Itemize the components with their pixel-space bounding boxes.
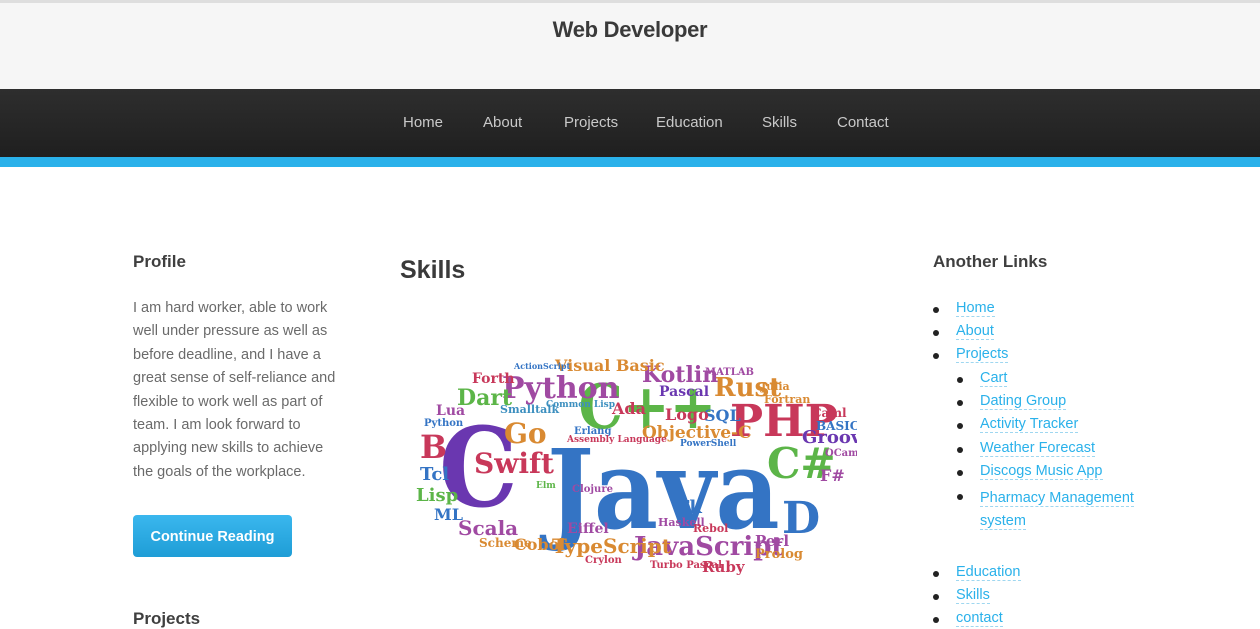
word-cloud-word: Ada (611, 399, 646, 418)
link-weather-forecast[interactable]: Weather Forecast (980, 440, 1095, 457)
word-cloud-word: Pascal (659, 384, 709, 400)
site-title: Web Developer (552, 17, 708, 42)
link-item-skills: Skills (956, 587, 990, 604)
word-cloud-word: Crylon (585, 555, 623, 566)
link-projects[interactable]: Projects (956, 346, 1009, 363)
link-home[interactable]: Home (956, 300, 995, 317)
link-item-cart: Cart (980, 370, 1008, 387)
profile-text: I am hard worker, able to work well unde… (133, 300, 336, 480)
word-cloud-word: Assembly Language (566, 435, 667, 445)
main-navbar: Home About Projects Education Skills Con… (0, 89, 1260, 157)
word-cloud-word: Julia (760, 380, 790, 393)
word-cloud-word: BASIC (816, 419, 857, 433)
bullet-dot (933, 617, 939, 623)
nav-item-home[interactable]: Home (403, 114, 443, 131)
link-cart[interactable]: Cart (980, 370, 1008, 387)
nav-item-about[interactable]: About (483, 114, 522, 131)
nav-list: Home About Projects Education Skills Con… (0, 89, 1260, 157)
link-contact[interactable]: contact (956, 610, 1003, 627)
word-cloud-word: Clojure (572, 484, 613, 495)
links-heading: Another Links (933, 252, 1048, 271)
continue-reading-button[interactable]: Continue Reading (133, 515, 292, 557)
word-cloud-word: Logo (665, 405, 709, 424)
bullet-dot (933, 330, 939, 336)
nav-item-education[interactable]: Education (656, 114, 723, 131)
site-header: Web Developer (0, 0, 1260, 89)
link-item-activity-tracker: Activity Tracker (980, 416, 1079, 433)
word-cloud-word: OCaml (825, 448, 857, 459)
word-cloud-word: ML (434, 505, 463, 524)
link-item-education: Education (956, 564, 1021, 581)
bullet-dot (933, 594, 939, 600)
bullet-dot (933, 353, 939, 359)
word-cloud-word: Prolog (755, 547, 803, 562)
word-cloud-word: Turbo Pascal (650, 560, 722, 571)
word-cloud-word: B (420, 428, 447, 466)
bullet-dot (957, 400, 963, 406)
page-title: Skills (400, 256, 466, 284)
link-discogs-music-app[interactable]: Discogs Music App (980, 463, 1103, 480)
word-cloud-word: Python (424, 418, 464, 429)
word-cloud-word: Forth (472, 371, 515, 387)
word-cloud-word: Rebol (693, 522, 728, 535)
bullet-dot (957, 377, 963, 383)
word-cloud-word: Go (504, 417, 547, 450)
link-item-pharmacy-management: Pharmacy Management system (980, 487, 1140, 534)
word-cloud-word: Visual Basic (554, 356, 665, 375)
bullet-dot (933, 307, 939, 313)
link-skills[interactable]: Skills (956, 587, 990, 604)
link-activity-tracker[interactable]: Activity Tracker (980, 416, 1079, 433)
word-cloud-word: PowerShell (680, 439, 737, 449)
word-cloud-word: Caml (812, 406, 847, 420)
word-cloud-word: Lisp (416, 485, 458, 506)
word-cloud-word: SQL (704, 406, 741, 425)
bullet-dot (957, 470, 963, 476)
link-item-home: Home (956, 300, 995, 317)
nav-item-projects[interactable]: Projects (564, 114, 618, 131)
word-cloud-word: Common Lisp (546, 400, 615, 410)
word-cloud-word: Eiffel (567, 521, 609, 537)
word-cloud-svg: JavaC C++ PHPPythonJavaScriptSwiftGoRustKo… (416, 356, 872, 576)
projects-heading: Projects (133, 609, 201, 628)
profile-heading: Profile (133, 252, 186, 271)
link-about[interactable]: About (956, 323, 994, 340)
link-item-dating-group: Dating Group (980, 393, 1067, 410)
word-cloud-word: Elm (536, 481, 556, 491)
word-cloud-word: Tk (676, 497, 702, 518)
word-cloud-word: Lua (436, 403, 465, 419)
word-cloud-word: Tcl (420, 464, 449, 485)
word-cloud-word: ActionScript (513, 361, 570, 371)
skills-word-cloud-image: Java C C++ PHP Python JavaScript Swift Go Rust Ko… (412, 348, 872, 578)
nav-accent-stripe (0, 157, 1260, 167)
word-cloud-word: Swift (474, 447, 554, 480)
word-cloud-word: F# (820, 466, 845, 485)
nav-item-contact[interactable]: Contact (837, 114, 889, 131)
link-item-weather-forecast: Weather Forecast (980, 440, 1095, 457)
bullet-dot (957, 447, 963, 453)
link-item-about: About (956, 323, 994, 340)
link-item-projects: Projects (956, 346, 1009, 363)
link-item-contact: contact (956, 610, 1003, 627)
word-cloud-word: Scheme (479, 536, 532, 550)
link-dating-group[interactable]: Dating Group (980, 393, 1067, 410)
word-cloud-word: MATLAB (705, 367, 754, 378)
word-cloud-word: Fortran (764, 393, 810, 406)
link-item-discogs-music-app: Discogs Music App (980, 463, 1103, 480)
bullet-dot (957, 494, 963, 500)
nav-item-skills[interactable]: Skills (762, 114, 797, 131)
bullet-dot (957, 423, 963, 429)
link-pharmacy-management[interactable]: Pharmacy Management system (980, 490, 1134, 531)
link-education[interactable]: Education (956, 564, 1021, 581)
bullet-dot (933, 571, 939, 577)
